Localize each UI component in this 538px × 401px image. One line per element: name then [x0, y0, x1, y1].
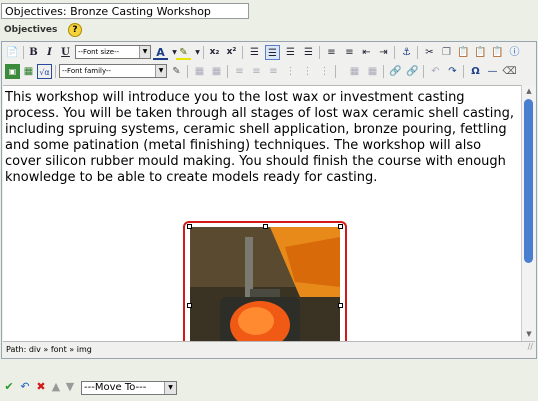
- undo-arrow-icon[interactable]: ↶: [19, 381, 31, 393]
- bullet-list-icon[interactable]: ≡: [324, 45, 339, 60]
- chevron-down-icon: ▼: [164, 382, 176, 394]
- help-icon[interactable]: ?: [68, 23, 82, 37]
- delete-col-icon[interactable]: ⋮: [317, 64, 332, 79]
- undo-icon[interactable]: ↶: [428, 64, 443, 79]
- delete-x-icon[interactable]: ✖: [35, 381, 47, 393]
- font-size-label: --Font size--: [78, 48, 120, 56]
- redo-icon[interactable]: ↷: [445, 64, 460, 79]
- table-props-icon[interactable]: ▦: [192, 64, 207, 79]
- toolbar-separator: [335, 65, 336, 78]
- row-before-icon[interactable]: ≡: [232, 64, 247, 79]
- align-center-icon[interactable]: ☰: [265, 45, 280, 60]
- merge-cells-icon[interactable]: ▦: [365, 64, 380, 79]
- move-down-icon[interactable]: ▼: [64, 381, 76, 393]
- toolbar-separator: [394, 46, 395, 59]
- col-after-icon[interactable]: ⋮: [300, 64, 315, 79]
- copy-icon[interactable]: ❐: [439, 45, 454, 60]
- editor-body-text: This workshop will introduce you to the …: [5, 90, 515, 185]
- bronze-pouring-photo: [190, 227, 340, 342]
- chevron-down-icon: ▼: [139, 46, 150, 58]
- font-family-select[interactable]: --Font family-- ▼: [59, 64, 167, 78]
- chevron-down-icon: ▼: [155, 65, 166, 77]
- resize-handle-top-right[interactable]: [338, 224, 343, 229]
- underline-button[interactable]: U: [58, 45, 73, 60]
- link-icon[interactable]: 🔗: [388, 64, 403, 79]
- move-to-label: ---Move To---: [84, 382, 147, 393]
- col-before-icon[interactable]: ⋮: [283, 64, 298, 79]
- resize-handle-right[interactable]: [338, 303, 343, 308]
- superscript-button[interactable]: x²: [224, 45, 239, 60]
- row-after-icon[interactable]: ≡: [249, 64, 264, 79]
- title-field[interactable]: Objectives: Bronze Casting Workshop: [1, 3, 249, 19]
- bronze-pouring-photo-graphic: [190, 227, 340, 342]
- toolbar-separator: [423, 65, 424, 78]
- scroll-down-icon[interactable]: ▼: [524, 329, 534, 339]
- editor-status-bar: Path: div » font » img ∕∕: [3, 341, 535, 356]
- editor-content-area[interactable]: This workshop will introduce you to the …: [3, 85, 521, 342]
- align-justify-icon[interactable]: ☰: [301, 45, 316, 60]
- resize-handle-top[interactable]: [263, 224, 268, 229]
- insert-image-icon[interactable]: ▣: [5, 64, 20, 79]
- new-document-icon[interactable]: 📄: [5, 45, 20, 60]
- subscript-button[interactable]: x₂: [207, 45, 222, 60]
- save-check-icon[interactable]: ✔: [3, 381, 15, 393]
- anchor-icon[interactable]: ⚓: [399, 45, 414, 60]
- numbered-list-icon[interactable]: ≡: [342, 45, 357, 60]
- toolbar-separator: [187, 65, 188, 78]
- element-path: Path: div » font » img: [6, 345, 92, 354]
- bold-button[interactable]: B: [26, 45, 41, 60]
- split-cells-icon[interactable]: ▦: [347, 64, 362, 79]
- edit-html-icon[interactable]: ✎: [169, 64, 184, 79]
- highlight-color-icon[interactable]: ✎: [176, 45, 191, 60]
- section-label-objectives: Objectives: [4, 25, 58, 35]
- paste-icon[interactable]: 📋: [456, 45, 471, 60]
- cut-icon[interactable]: ✂: [422, 45, 437, 60]
- bottom-action-bar: ✔ ↶ ✖ ▲ ▼ ---Move To--- ▼: [3, 379, 203, 397]
- paste-text-icon[interactable]: 📋: [473, 45, 488, 60]
- font-size-select[interactable]: --Font size-- ▼: [75, 45, 151, 59]
- resize-handle-left[interactable]: [187, 303, 192, 308]
- toolbar-separator: [383, 65, 384, 78]
- insert-table-icon[interactable]: ▦: [21, 64, 36, 79]
- toolbar-separator: [463, 65, 464, 78]
- toolbar-separator: [203, 46, 204, 59]
- toolbar-separator: [417, 46, 418, 59]
- toolbar-separator: [55, 65, 56, 78]
- text-color-icon[interactable]: A: [153, 45, 168, 60]
- unlink-icon[interactable]: 🔗: [405, 64, 420, 79]
- resize-grip-icon[interactable]: ∕∕: [528, 339, 533, 354]
- toolbar-separator: [227, 65, 228, 78]
- resize-handle-top-left[interactable]: [187, 224, 192, 229]
- toolbar-separator: [23, 46, 24, 59]
- toolbar-row-2: ▣ ▦ √α --Font family-- ▼ ✎ ▦ ▦ ≡ ≡ ≡ ⋮ ⋮ …: [2, 62, 536, 81]
- align-left-icon[interactable]: ☰: [247, 45, 262, 60]
- cell-props-icon[interactable]: ▦: [209, 64, 224, 79]
- help-circle-icon[interactable]: ⓘ: [507, 45, 522, 60]
- rich-text-editor: 📄 B I U --Font size-- ▼ A ▼ ✎ ▼ x₂ x² ☰ ☰…: [1, 41, 537, 359]
- align-right-icon[interactable]: ☰: [283, 45, 298, 60]
- indent-icon[interactable]: ⇥: [376, 45, 391, 60]
- toolbar-separator: [242, 46, 243, 59]
- scroll-thumb[interactable]: [524, 99, 533, 263]
- move-up-icon[interactable]: ▲: [50, 381, 62, 393]
- font-family-label: --Font family--: [62, 67, 112, 75]
- toolbar-row-1: 📄 B I U --Font size-- ▼ A ▼ ✎ ▼ x₂ x² ☰ ☰…: [2, 43, 536, 62]
- selected-image-frame[interactable]: [183, 221, 347, 342]
- toolbar-separator: [319, 46, 320, 59]
- italic-button[interactable]: I: [42, 45, 57, 60]
- special-char-icon[interactable]: Ω: [468, 64, 483, 79]
- move-to-select[interactable]: ---Move To--- ▼: [81, 381, 177, 395]
- delete-row-icon[interactable]: ≡: [266, 64, 281, 79]
- outdent-icon[interactable]: ⇤: [359, 45, 374, 60]
- paste-word-icon[interactable]: 📋: [490, 45, 505, 60]
- cleanup-eraser-icon[interactable]: ⌫: [502, 64, 517, 79]
- horizontal-rule-icon[interactable]: —: [485, 64, 500, 79]
- editor-scrollbar[interactable]: ▲ ▼: [521, 85, 536, 341]
- math-formula-icon[interactable]: √α: [37, 64, 52, 79]
- scroll-up-icon[interactable]: ▲: [524, 86, 534, 96]
